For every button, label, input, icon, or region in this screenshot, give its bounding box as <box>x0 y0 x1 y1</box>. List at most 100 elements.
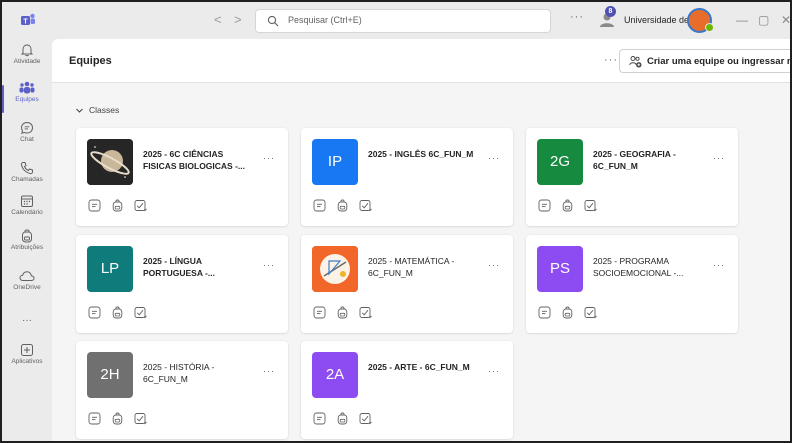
rail-item-activity[interactable]: Atividade <box>2 43 52 83</box>
maximize-button[interactable]: ▢ <box>758 13 769 27</box>
grades-icon[interactable] <box>134 306 147 319</box>
assignments-icon[interactable] <box>561 199 574 212</box>
active-indicator <box>2 85 4 113</box>
posts-icon[interactable] <box>88 306 101 319</box>
posts-icon[interactable] <box>538 306 551 319</box>
svg-text:T: T <box>23 19 28 26</box>
team-avatar: LP <box>87 246 133 292</box>
team-more-options-button[interactable]: ··· <box>488 260 500 270</box>
people-add-icon <box>629 56 642 68</box>
more-options-button[interactable]: ··· <box>570 11 584 23</box>
team-avatar <box>87 139 133 185</box>
calendar-icon <box>21 195 33 207</box>
teams-window: T < > Pesquisar (Ctrl+E) ··· 8 Universid… <box>0 0 792 443</box>
cloud-icon <box>19 271 35 281</box>
rail-label: Atividade <box>13 58 41 65</box>
rail-item-onedrive[interactable]: OneDrive <box>2 269 52 309</box>
chevron-down-icon <box>76 108 83 113</box>
assignments-icon[interactable] <box>336 199 349 212</box>
team-more-options-button[interactable]: ··· <box>713 260 725 270</box>
assignments-icon[interactable] <box>111 306 124 319</box>
team-more-options-button[interactable]: ··· <box>713 153 725 163</box>
rail-label: Atribuições <box>10 244 44 251</box>
assignments-icon[interactable] <box>336 306 349 319</box>
grades-icon[interactable] <box>134 412 147 425</box>
page-title: Equipes <box>69 55 112 67</box>
team-card[interactable]: 2G 2025 - GEOGRAFIA - 6C_FUN_M ··· <box>526 128 738 226</box>
posts-icon[interactable] <box>313 199 326 212</box>
rail-item-apps[interactable]: Aplicativos <box>2 343 52 383</box>
team-card[interactable]: PS 2025 - PROGRAMA SOCIOEMOCIONAL -... ··· <box>526 235 738 333</box>
search-input[interactable]: Pesquisar (Ctrl+E) <box>255 9 551 33</box>
posts-icon[interactable] <box>313 306 326 319</box>
forward-button[interactable]: > <box>234 12 242 27</box>
assignments-icon[interactable] <box>111 199 124 212</box>
add-app-icon <box>21 344 33 356</box>
team-card[interactable]: IP 2025 - INGLÊS 6C_FUN_M ··· <box>301 128 513 226</box>
team-card[interactable]: LP 2025 - LÍNGUA PORTUGUESA -... ··· <box>76 235 288 333</box>
back-button[interactable]: < <box>214 12 222 27</box>
posts-icon[interactable] <box>88 199 101 212</box>
phone-icon <box>20 162 33 175</box>
grades-icon[interactable] <box>359 199 372 212</box>
assignments-icon[interactable] <box>336 412 349 425</box>
posts-icon[interactable] <box>538 199 551 212</box>
team-avatar: 2A <box>312 352 358 398</box>
team-card[interactable]: 2025 - 6C CIÊNCIAS FISICAS BIOLOGICAS -.… <box>76 128 288 226</box>
team-initials: 2H <box>100 366 120 383</box>
rail-item-assignments[interactable]: Atribuições <box>2 229 52 269</box>
team-initials: IP <box>327 153 343 170</box>
search-placeholder: Pesquisar (Ctrl+E) <box>288 15 362 25</box>
team-name: 2025 - INGLÊS 6C_FUN_M <box>368 149 474 159</box>
posts-icon[interactable] <box>313 412 326 425</box>
team-avatar: 2G <box>537 139 583 185</box>
team-avatar: 2H <box>87 352 133 398</box>
team-more-options-button[interactable]: ··· <box>488 366 500 376</box>
assignments-icon[interactable] <box>561 306 574 319</box>
team-more-options-button[interactable]: ··· <box>263 153 275 163</box>
create-team-label: Criar uma equipe ou ingressar nela <box>647 56 792 67</box>
rail-label: Chamadas <box>11 176 43 183</box>
app-rail: Atividade Equipes Chat Chamadas Calendár… <box>2 39 52 441</box>
team-avatar <box>312 246 358 292</box>
section-toggle-classes[interactable]: Classes <box>75 105 119 115</box>
grades-icon[interactable] <box>359 306 372 319</box>
grades-icon[interactable] <box>359 412 372 425</box>
rail-item-chat[interactable]: Chat <box>2 121 52 161</box>
grades-icon[interactable] <box>584 199 597 212</box>
header-more-button[interactable]: ··· <box>604 54 618 66</box>
teams-icon <box>19 81 35 94</box>
assignments-icon[interactable] <box>111 412 124 425</box>
rail-label: Calendário <box>11 209 43 216</box>
team-initials: 2A <box>325 366 345 383</box>
team-card[interactable]: 2H 2025 - HISTÓRIA - 6C_FUN_M ··· <box>76 341 288 439</box>
team-more-options-button[interactable]: ··· <box>263 366 275 376</box>
team-name: 2025 - MATEMÁTICA - 6C_FUN_M <box>368 256 455 278</box>
team-name: 2025 - GEOGRAFIA - 6C_FUN_M <box>593 149 676 171</box>
minimize-button[interactable]: — <box>736 13 748 27</box>
team-initials: 2G <box>549 153 570 170</box>
math-image-icon <box>312 246 358 292</box>
grades-icon[interactable] <box>584 306 597 319</box>
rail-item-calendar[interactable]: Calendário <box>2 194 52 234</box>
rail-label: OneDrive <box>13 284 41 291</box>
posts-icon[interactable] <box>88 412 101 425</box>
page-header: Equipes ··· Criar uma equipe ou ingressa… <box>52 39 790 83</box>
team-more-options-button[interactable]: ··· <box>488 153 500 163</box>
team-card[interactable]: 2025 - MATEMÁTICA - 6C_FUN_M ··· <box>301 235 513 333</box>
create-or-join-team-button[interactable]: Criar uma equipe ou ingressar nela <box>619 49 792 73</box>
chat-icon <box>20 121 34 135</box>
rail-item-teams[interactable]: Equipes <box>2 81 52 121</box>
bell-icon <box>20 44 34 57</box>
section-label: Classes <box>89 105 120 115</box>
notification-badge: 8 <box>605 6 616 17</box>
team-more-options-button[interactable]: ··· <box>263 260 275 270</box>
team-card[interactable]: 2A 2025 - ARTE - 6C_FUN_M ··· <box>301 341 513 439</box>
teams-logo-icon: T <box>21 13 35 26</box>
grades-icon[interactable] <box>134 199 147 212</box>
team-initials: LP <box>100 260 120 277</box>
team-name: 2025 - 6C CIÊNCIAS FISICAS BIOLOGICAS -.… <box>143 149 246 171</box>
more-glyph: ··· <box>22 315 32 326</box>
close-button[interactable]: ✕ <box>781 13 790 27</box>
team-name: 2025 - HISTÓRIA - 6C_FUN_M <box>143 362 215 384</box>
